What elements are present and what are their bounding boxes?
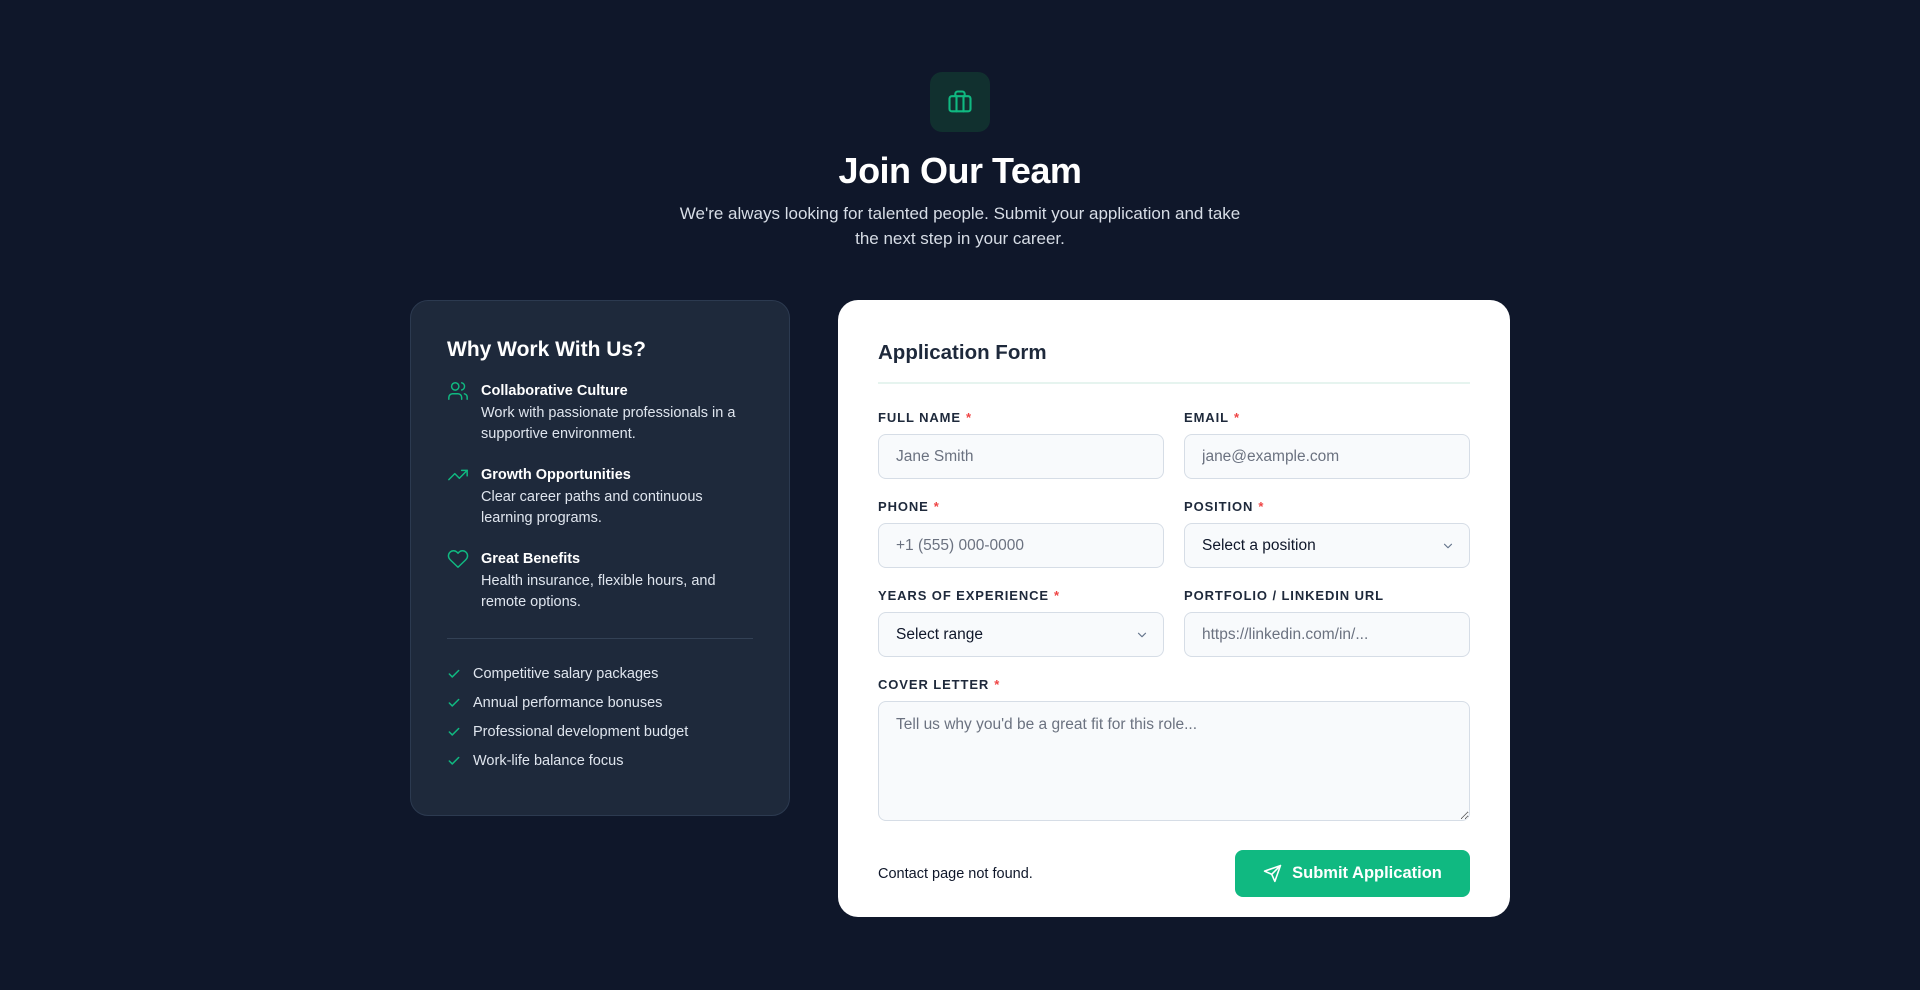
- portfolio-field-group: PORTFOLIO / LINKEDIN URL: [1184, 588, 1470, 657]
- experience-select[interactable]: Select range: [878, 612, 1164, 657]
- required-marker: *: [994, 677, 1001, 692]
- phone-label: PHONE *: [878, 499, 1164, 515]
- heart-icon: [447, 550, 469, 568]
- perk-label: Professional development budget: [473, 723, 689, 740]
- application-form-card: Application Form FULL NAME * EMAIL * PHONE…: [838, 300, 1510, 917]
- experience-label: YEARS OF EXPERIENCE *: [878, 588, 1164, 604]
- submit-application-button[interactable]: Submit Application: [1235, 850, 1470, 897]
- position-label: POSITION *: [1184, 499, 1470, 515]
- portfolio-url-input[interactable]: [1184, 612, 1470, 657]
- page-subtitle: We're always looking for talented people…: [679, 204, 1241, 248]
- email-field-group: EMAIL *: [1184, 410, 1470, 479]
- check-icon: [448, 698, 460, 707]
- portfolio-label-text: PORTFOLIO / LINKEDIN URL: [1184, 588, 1384, 603]
- feature-item: Growth Opportunities Clear career paths …: [447, 465, 753, 529]
- perk-label: Annual performance bonuses: [473, 694, 663, 711]
- experience-field-group: YEARS OF EXPERIENCE * Select range: [878, 588, 1164, 657]
- chevron-down-icon: [1137, 632, 1147, 638]
- cover-letter-textarea[interactable]: [878, 701, 1470, 821]
- required-marker: *: [965, 410, 972, 425]
- email-label: EMAIL *: [1184, 410, 1470, 426]
- send-icon: [1263, 864, 1282, 883]
- experience-select-value: Select range: [896, 625, 984, 643]
- divider: [447, 638, 753, 639]
- full-name-label-text: FULL NAME: [878, 410, 961, 425]
- required-marker: *: [1258, 499, 1265, 514]
- trending-up-icon: [448, 469, 468, 481]
- logo-badge: [930, 72, 990, 132]
- divider: [878, 382, 1470, 384]
- feature-item: Great Benefits Health insurance, flexibl…: [447, 549, 753, 613]
- page-header: Join Our Team We're always looking for t…: [0, 72, 1920, 251]
- perk-label: Competitive salary packages: [473, 665, 659, 682]
- position-select[interactable]: Select a position: [1184, 523, 1470, 568]
- full-name-field-group: FULL NAME *: [878, 410, 1164, 479]
- check-icon: [448, 669, 460, 678]
- feature-title: Growth Opportunities: [481, 467, 631, 483]
- position-select-value: Select a position: [1202, 536, 1316, 554]
- check-icon: [448, 756, 460, 765]
- why-panel: Why Work With Us? Collaborative Culture …: [410, 300, 790, 816]
- perk-item: Professional development budget: [447, 717, 753, 746]
- why-title: Why Work With Us?: [447, 338, 646, 361]
- email-input[interactable]: [1184, 434, 1470, 479]
- full-name-input[interactable]: [878, 434, 1164, 479]
- chevron-down-icon: [1443, 543, 1453, 549]
- perk-item: Work-life balance focus: [447, 746, 753, 775]
- cover-letter-label-text: COVER LETTER: [878, 677, 990, 692]
- perks-list: Competitive salary packages Annual perfo…: [447, 659, 753, 775]
- feature-description: Work with passionate professionals in a …: [481, 405, 736, 442]
- status-message: Contact page not found.: [878, 865, 1033, 882]
- perk-label: Work-life balance focus: [473, 752, 624, 769]
- page-title: Join Our Team: [838, 150, 1082, 191]
- feature-description: Clear career paths and continuous learni…: [481, 489, 703, 526]
- full-name-label: FULL NAME *: [878, 410, 1164, 426]
- check-icon: [448, 727, 460, 736]
- portfolio-label: PORTFOLIO / LINKEDIN URL: [1184, 588, 1470, 604]
- briefcase-icon: [948, 90, 972, 113]
- form-footer: Contact page not found. Submit Applicati…: [878, 850, 1470, 897]
- required-marker: *: [1233, 410, 1240, 425]
- perk-item: Competitive salary packages: [447, 659, 753, 688]
- phone-label-text: PHONE: [878, 499, 929, 514]
- cover-letter-label: COVER LETTER *: [878, 677, 1470, 693]
- required-marker: *: [933, 499, 940, 514]
- position-field-group: POSITION * Select a position: [1184, 499, 1470, 568]
- feature-description: Health insurance, flexible hours, and re…: [481, 573, 716, 610]
- required-marker: *: [1053, 588, 1060, 603]
- feature-item: Collaborative Culture Work with passiona…: [447, 381, 753, 445]
- form-fields: FULL NAME * EMAIL * PHONE * POSITION * Selec…: [878, 410, 1470, 846]
- cover-letter-field-group: COVER LETTER *: [878, 677, 1470, 826]
- experience-label-text: YEARS OF EXPERIENCE: [878, 588, 1049, 603]
- email-label-text: EMAIL: [1184, 410, 1229, 425]
- form-title: Application Form: [878, 341, 1047, 364]
- feature-title: Collaborative Culture: [481, 383, 628, 399]
- users-icon: [448, 382, 468, 400]
- perk-item: Annual performance bonuses: [447, 688, 753, 717]
- submit-button-label: Submit Application: [1292, 864, 1442, 882]
- position-label-text: POSITION: [1184, 499, 1254, 514]
- phone-field-group: PHONE *: [878, 499, 1164, 568]
- feature-title: Great Benefits: [481, 551, 581, 567]
- phone-input[interactable]: [878, 523, 1164, 568]
